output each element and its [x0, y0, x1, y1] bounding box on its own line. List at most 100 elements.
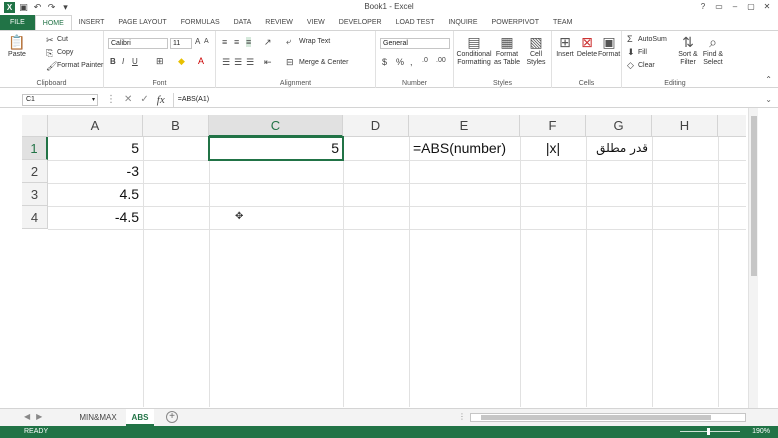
redo-icon[interactable]: ↷: [46, 2, 57, 13]
indent-icon[interactable]: ⇤: [264, 57, 272, 68]
conditional-formatting-button[interactable]: ▤ Conditional Formatting: [456, 33, 492, 67]
sheet-tab-minmax[interactable]: MIN&MAX: [70, 409, 126, 426]
collapse-ribbon-icon[interactable]: ⌃: [765, 75, 772, 84]
font-color-icon[interactable]: A: [198, 56, 204, 66]
row-header-1[interactable]: 1: [22, 137, 48, 160]
expand-formula-bar-icon[interactable]: ⌄: [759, 95, 778, 104]
format-painter-button[interactable]: Format Painter: [57, 62, 103, 69]
horizontal-scroll-thumb[interactable]: [481, 415, 711, 420]
close-icon[interactable]: ✕: [760, 0, 774, 13]
increase-decimal-icon[interactable]: .0: [422, 57, 428, 64]
cell-a2[interactable]: -3: [48, 160, 143, 183]
vertical-scrollbar[interactable]: [748, 108, 758, 408]
borders-icon[interactable]: ⊞: [156, 56, 164, 67]
align-left-icon[interactable]: ☰: [222, 57, 230, 68]
tab-inquire[interactable]: INQUIRE: [441, 15, 484, 30]
customize-qat-icon[interactable]: ▾: [60, 2, 71, 13]
vertical-scroll-thumb[interactable]: [751, 116, 757, 276]
sheet-nav-arrows-icon[interactable]: ◀▶: [24, 412, 48, 421]
cell-a3[interactable]: 4.5: [48, 183, 143, 206]
format-as-table-button[interactable]: ▦ Format as Table: [492, 33, 522, 67]
font-name-select[interactable]: Calibri: [108, 38, 168, 49]
zoom-slider[interactable]: [680, 431, 740, 432]
underline-icon[interactable]: U: [132, 57, 138, 66]
zoom-slider-knob[interactable]: [707, 428, 710, 435]
row-header-4[interactable]: 4: [22, 206, 48, 229]
wrap-text-button[interactable]: Wrap Text: [299, 38, 330, 45]
autosum-button[interactable]: AutoSum: [638, 36, 667, 43]
orientation-icon[interactable]: ↗: [264, 37, 272, 48]
formula-input[interactable]: =ABS(A1): [172, 92, 760, 107]
grow-font-icon[interactable]: A: [195, 37, 200, 46]
tab-insert[interactable]: INSERT: [72, 15, 112, 30]
name-box[interactable]: C1 ▾: [22, 93, 98, 106]
cell-styles-button[interactable]: ▧ Cell Styles: [522, 33, 550, 67]
tab-review[interactable]: REVIEW: [258, 15, 300, 30]
clear-button[interactable]: Clear: [638, 62, 655, 69]
comma-icon[interactable]: ,: [410, 57, 413, 67]
tab-file[interactable]: FILE: [0, 15, 35, 30]
copy-button[interactable]: Copy: [57, 49, 73, 56]
align-middle-icon[interactable]: ≡: [234, 37, 239, 47]
cancel-formula-icon[interactable]: ✕: [124, 94, 132, 106]
cell-e1[interactable]: =ABS(number): [409, 137, 520, 160]
cell-a4[interactable]: -4.5: [48, 206, 143, 229]
align-center-icon[interactable]: ☰: [234, 57, 242, 68]
cell-a1[interactable]: 5: [48, 137, 143, 160]
column-header-h[interactable]: H: [652, 115, 718, 137]
column-header-d[interactable]: D: [343, 115, 409, 137]
align-right-icon[interactable]: ☰: [246, 57, 254, 68]
currency-icon[interactable]: $: [382, 57, 387, 67]
sheet-tab-abs[interactable]: ABS: [126, 409, 154, 426]
align-bottom-icon[interactable]: ≡: [246, 37, 252, 47]
enter-formula-icon[interactable]: ✓: [140, 94, 148, 106]
column-header-c[interactable]: C: [209, 115, 343, 137]
help-icon[interactable]: ?: [696, 0, 710, 13]
undo-icon[interactable]: ↶: [32, 2, 43, 13]
tab-view[interactable]: VIEW: [300, 15, 332, 30]
select-all-corner[interactable]: [22, 115, 48, 137]
name-box-dropdown-icon[interactable]: ▾: [92, 95, 95, 105]
minimize-icon[interactable]: –: [728, 0, 742, 13]
merge-center-button[interactable]: Merge & Center: [299, 59, 348, 66]
find-select-button[interactable]: ⌕ Find & Select: [700, 33, 726, 67]
tab-load-test[interactable]: LOAD TEST: [389, 15, 442, 30]
save-icon[interactable]: ▣: [18, 2, 29, 13]
column-header-a[interactable]: A: [48, 115, 143, 137]
column-header-e[interactable]: E: [409, 115, 520, 137]
tab-data[interactable]: DATA: [227, 15, 259, 30]
tab-home[interactable]: HOME: [34, 15, 72, 30]
column-header-g[interactable]: G: [586, 115, 652, 137]
zoom-level[interactable]: 190%: [752, 426, 770, 438]
number-format-select[interactable]: General: [380, 38, 450, 49]
tab-developer[interactable]: DEVELOPER: [332, 15, 389, 30]
row-header-3[interactable]: 3: [22, 183, 48, 206]
fill-button[interactable]: Fill: [638, 49, 647, 56]
paste-button[interactable]: 📋 Paste: [4, 33, 30, 59]
format-cells-button[interactable]: ▣ Format: [598, 33, 620, 59]
cell-f1[interactable]: |x|: [520, 137, 586, 160]
bold-icon[interactable]: B: [110, 57, 116, 66]
tab-formulas[interactable]: FORMULAS: [174, 15, 227, 30]
font-size-select[interactable]: 11: [170, 38, 192, 49]
align-top-icon[interactable]: ≡: [222, 37, 227, 47]
column-header-f[interactable]: F: [520, 115, 586, 137]
horizontal-scrollbar[interactable]: [470, 413, 746, 422]
fill-color-icon[interactable]: ◆: [178, 56, 185, 67]
maximize-icon[interactable]: ▢: [744, 0, 758, 13]
italic-icon[interactable]: I: [122, 57, 124, 66]
decrease-decimal-icon[interactable]: .00: [436, 57, 446, 64]
percent-icon[interactable]: %: [396, 57, 404, 67]
ribbon-display-icon[interactable]: ▭: [712, 0, 726, 13]
delete-cells-button[interactable]: ⊠ Delete: [576, 33, 598, 59]
tab-split-handle-icon[interactable]: ⋮: [458, 412, 466, 421]
tab-team[interactable]: TEAM: [546, 15, 579, 30]
tab-page-layout[interactable]: PAGE LAYOUT: [111, 15, 173, 30]
sort-filter-button[interactable]: ⇅ Sort & Filter: [676, 33, 700, 67]
tab-powerpivot[interactable]: POWERPIVOT: [485, 15, 546, 30]
cut-button[interactable]: Cut: [57, 36, 68, 43]
column-header-b[interactable]: B: [143, 115, 209, 137]
new-sheet-icon[interactable]: +: [166, 411, 178, 423]
row-header-2[interactable]: 2: [22, 160, 48, 183]
cell-g1[interactable]: قدر مطلق: [586, 137, 652, 160]
